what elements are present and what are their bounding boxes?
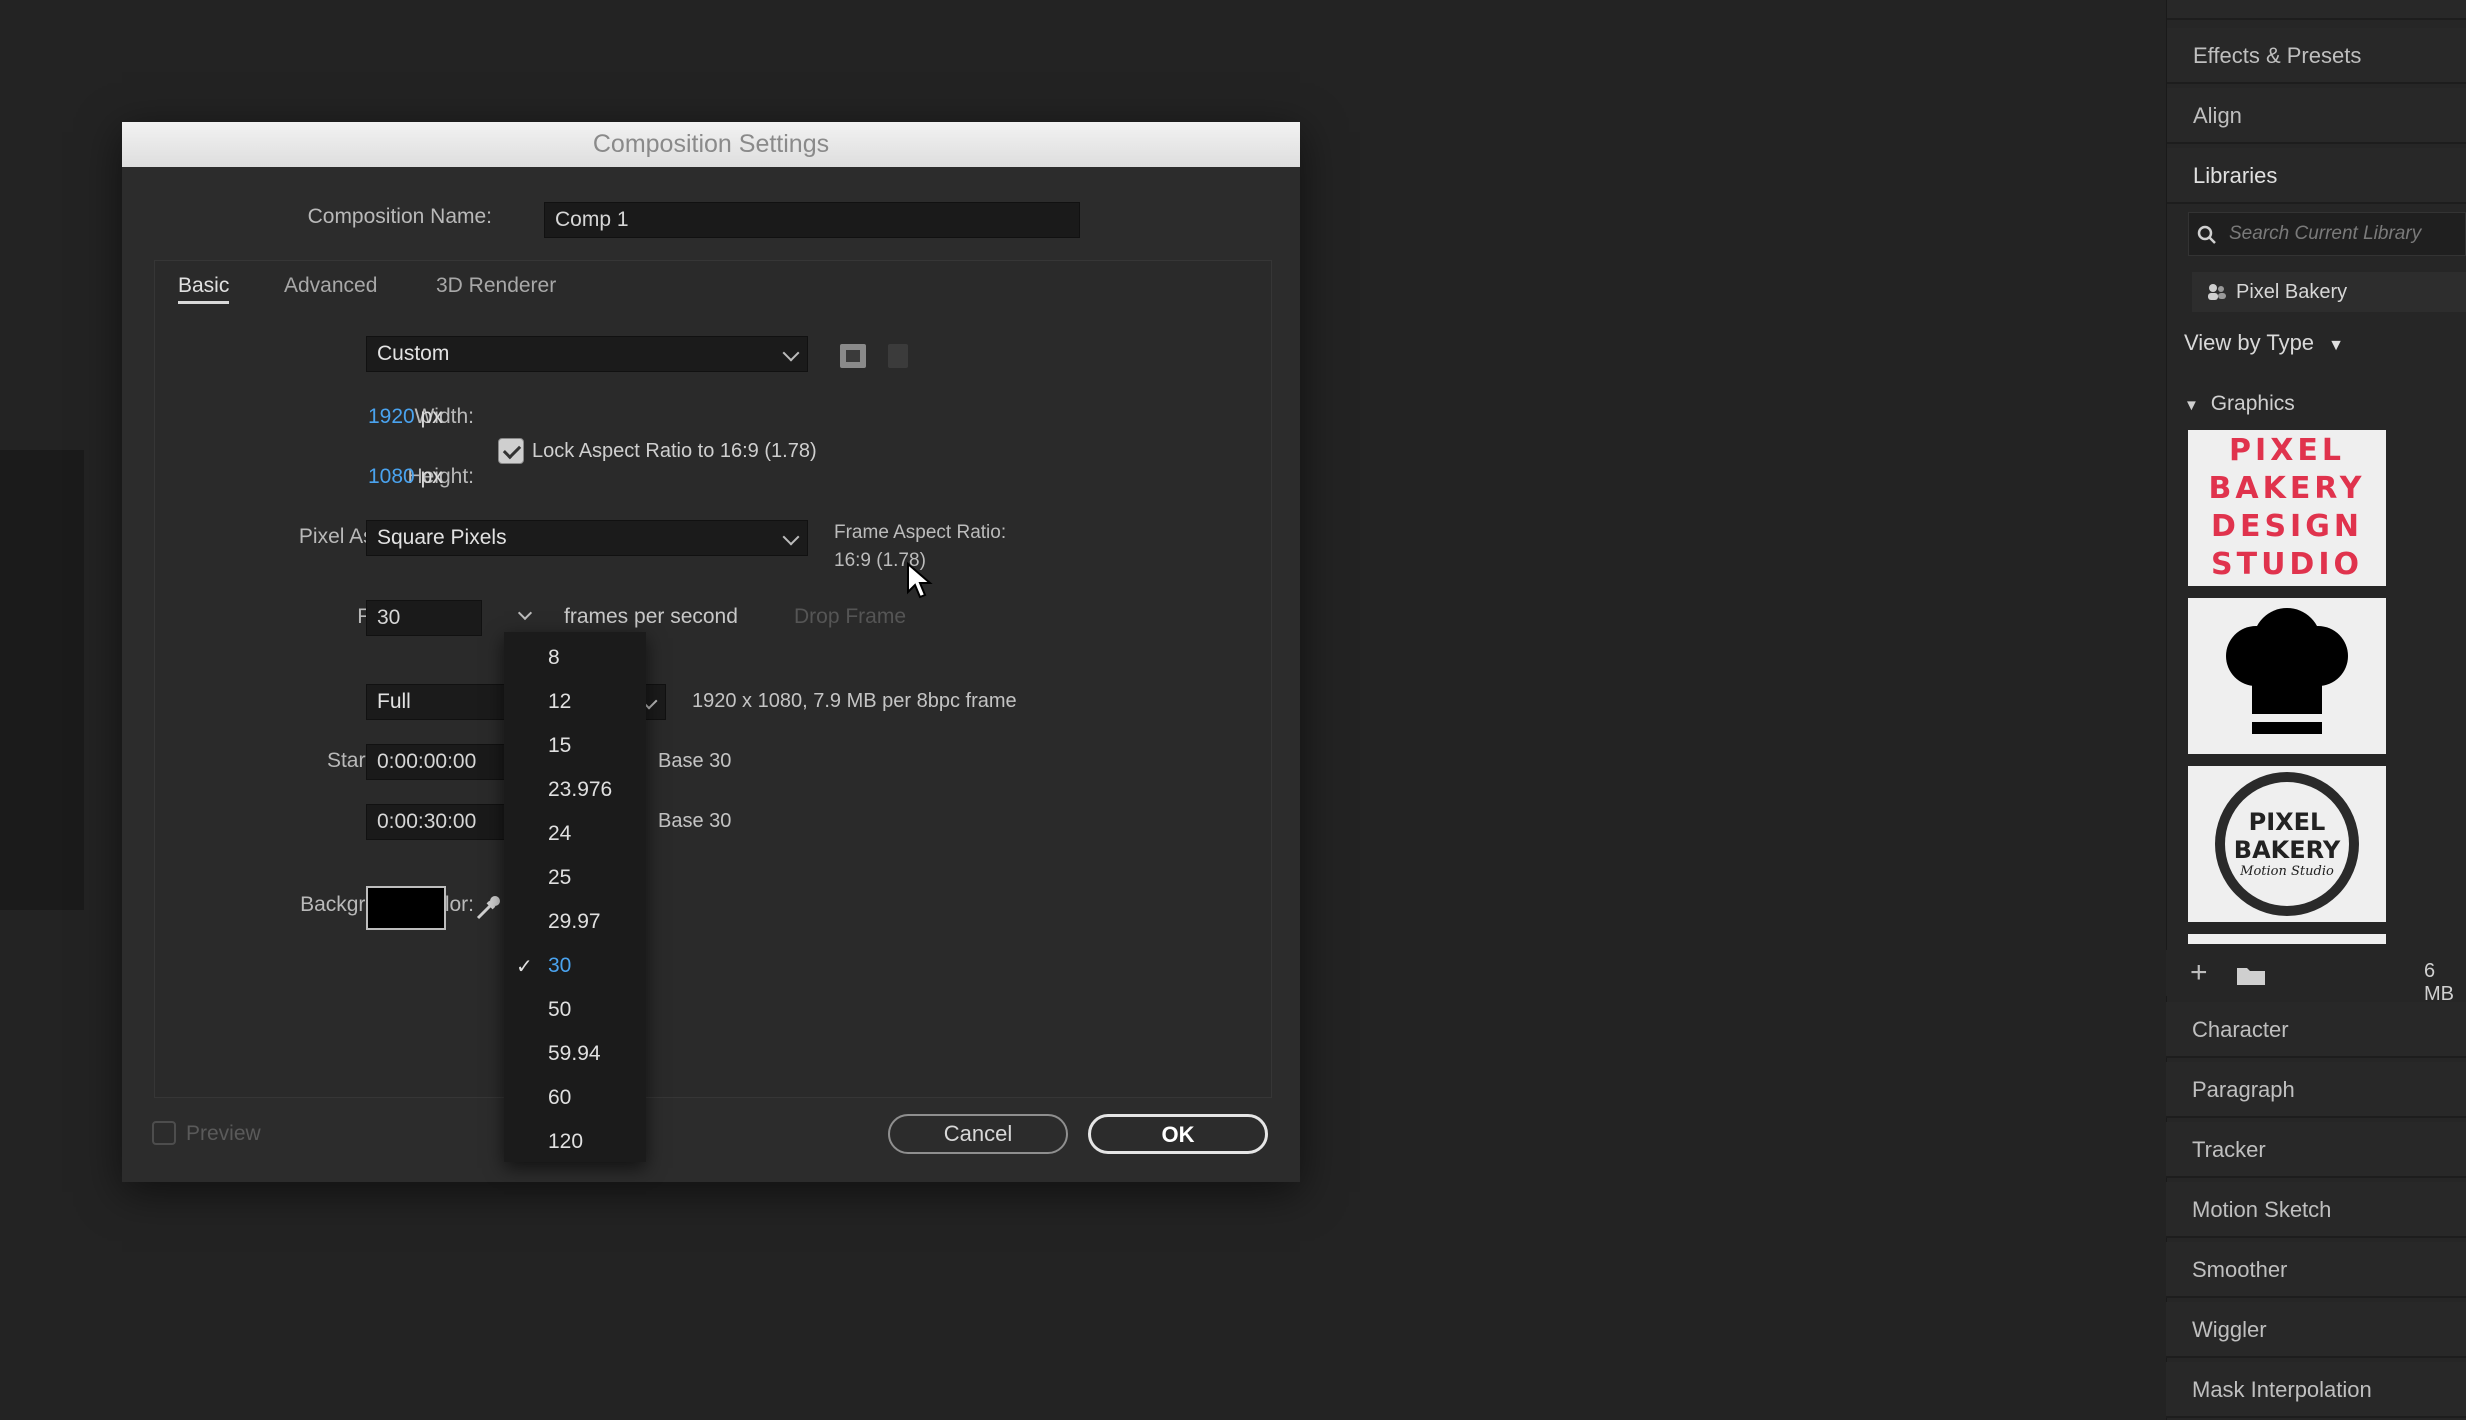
frame-aspect-label: Frame Aspect Ratio:	[834, 522, 1007, 543]
pixel-aspect-value: Square Pixels	[377, 526, 507, 549]
dialog-title: Composition Settings	[122, 122, 1300, 167]
panel-tracker[interactable]: Tracker	[2166, 1122, 2466, 1178]
menu-item-50[interactable]: 50	[548, 998, 571, 1022]
thumb3-line3: Motion Studio	[2240, 864, 2334, 879]
drop-frame-select: Drop Frame	[794, 605, 907, 628]
preview-label: Preview	[186, 1122, 261, 1145]
menu-item-5994[interactable]: 59.94	[548, 1042, 601, 1066]
duration-base: Base 30	[658, 810, 732, 832]
thumb3-line1: PIXEL	[2248, 808, 2326, 836]
right-panel-bottom: Character Paragraph Tracker Motion Sketc…	[2166, 1002, 2466, 1420]
frame-rate-dropdown-button[interactable]	[504, 600, 540, 636]
graphics-label: Graphics	[2210, 392, 2295, 415]
view-by-type-label: View by Type	[2184, 330, 2315, 355]
folder-icon[interactable]	[2236, 964, 2266, 986]
panel-character[interactable]: Character	[2166, 1002, 2466, 1058]
tab-advanced[interactable]: Advanced	[284, 274, 377, 298]
duration-input[interactable]: 0:00:30:00	[366, 804, 506, 840]
comp-name-label: Composition Name:	[307, 205, 492, 228]
library-graphic-partial[interactable]	[2188, 934, 2386, 944]
library-graphic-pixel-bakery-badge[interactable]: PIXEL BAKERY Motion Studio	[2188, 766, 2386, 922]
library-users-icon	[2206, 282, 2228, 302]
panel-paragraph[interactable]: Paragraph	[2166, 1062, 2466, 1118]
library-graphic-chef-hat[interactable]	[2188, 598, 2386, 754]
frame-rate-menu: 8 12 15 23.976 24 25 29.97 ✓ 30 50 59.94…	[504, 632, 646, 1162]
menu-item-15[interactable]: 15	[548, 734, 571, 758]
resolution-value: Full	[377, 690, 411, 713]
menu-item-8[interactable]: 8	[548, 646, 560, 670]
height-unit: px	[420, 465, 443, 488]
ok-button[interactable]: OK	[1088, 1114, 1268, 1154]
chef-hat-icon	[2226, 608, 2348, 734]
library-search-input[interactable]: Search Current Library	[2188, 212, 2466, 256]
settings-panel	[154, 260, 1272, 1098]
thumb1-line4: STUDIO	[2211, 547, 2363, 582]
preview-checkbox[interactable]	[152, 1121, 176, 1145]
panel-libraries[interactable]: Libraries	[2167, 148, 2466, 204]
comp-name-input[interactable]: Comp 1	[544, 202, 1080, 238]
checkmark-icon: ✓	[516, 956, 533, 978]
cancel-button[interactable]: Cancel	[888, 1114, 1068, 1154]
resolution-info: 1920 x 1080, 7.9 MB per 8bpc frame	[692, 690, 1017, 712]
pixel-aspect-select[interactable]: Square Pixels	[366, 520, 808, 556]
fps-label: frames per second	[564, 605, 738, 628]
menu-item-12[interactable]: 12	[548, 690, 571, 714]
eyedropper-icon[interactable]	[470, 890, 506, 926]
menu-item-30[interactable]: 30	[548, 954, 571, 978]
width-value[interactable]: 1920	[368, 405, 415, 428]
tab-3d-renderer[interactable]: 3D Renderer	[436, 274, 556, 298]
panel-preview[interactable]: Preview	[2167, 0, 2466, 20]
bg-color-swatch[interactable]	[366, 886, 446, 930]
tab-basic[interactable]: Basic	[178, 274, 230, 304]
menu-item-25[interactable]: 25	[548, 866, 571, 890]
library-selector[interactable]: Pixel Bakery	[2192, 272, 2466, 312]
chevron-down-icon	[782, 344, 800, 362]
menu-item-120[interactable]: 120	[548, 1130, 583, 1154]
thumb3-line2: BAKERY	[2233, 836, 2341, 864]
caret-down-icon: ▼	[2184, 397, 2199, 414]
mouse-cursor-icon	[906, 561, 934, 602]
delete-preset-icon[interactable]	[888, 344, 908, 368]
lock-aspect-checkbox[interactable]	[498, 438, 524, 464]
caret-down-icon: ▼	[2328, 337, 2345, 354]
width-unit: px	[420, 405, 443, 428]
thumb1-line3: DESIGN	[2211, 509, 2363, 544]
graphics-section-header[interactable]: ▼ Graphics	[2184, 392, 2295, 416]
panel-align[interactable]: Align	[2167, 88, 2466, 144]
panel-mask-interpolation[interactable]: Mask Interpolation	[2166, 1362, 2466, 1418]
view-by-type-dropdown[interactable]: View by Type ▼	[2184, 330, 2344, 356]
width-field[interactable]: 1920 px	[368, 405, 443, 429]
menu-item-60[interactable]: 60	[548, 1086, 571, 1110]
start-timecode-input[interactable]: 0:00:00:00	[366, 744, 506, 780]
library-graphic-pixel-bakery-design-studio[interactable]: PIXEL BAKERY DESIGN STUDIO	[2188, 430, 2386, 586]
add-icon[interactable]: +	[2190, 958, 2208, 988]
library-size: 6 MB	[2424, 960, 2454, 1005]
thumb1-line1: PIXEL	[2229, 433, 2345, 468]
panel-wiggler[interactable]: Wiggler	[2166, 1302, 2466, 1358]
panel-smoother[interactable]: Smoother	[2166, 1242, 2466, 1298]
menu-item-24[interactable]: 24	[548, 822, 571, 846]
menu-item-23976[interactable]: 23.976	[548, 778, 612, 802]
preset-select[interactable]: Custom	[366, 336, 808, 372]
panel-motion-sketch[interactable]: Motion Sketch	[2166, 1182, 2466, 1238]
chevron-down-icon	[782, 528, 800, 546]
frame-rate-input[interactable]: 30	[366, 600, 482, 636]
chevron-down-icon	[517, 605, 533, 621]
composition-settings-dialog: Composition Settings Composition Name: C…	[122, 122, 1300, 1182]
lock-aspect-label: Lock Aspect Ratio to 16:9 (1.78)	[532, 440, 817, 462]
save-preset-icon[interactable]	[840, 344, 866, 368]
panel-effects-presets[interactable]: Effects & Presets	[2167, 28, 2466, 84]
left-panel-edge	[0, 450, 84, 910]
start-timecode-base: Base 30	[658, 750, 732, 772]
search-icon	[2196, 224, 2218, 246]
height-field[interactable]: 1080 px	[368, 465, 443, 489]
preset-value: Custom	[377, 342, 450, 365]
thumb1-line2: BAKERY	[2208, 471, 2366, 506]
height-value[interactable]: 1080	[368, 465, 415, 488]
library-footer	[2166, 950, 2466, 996]
menu-item-2997[interactable]: 29.97	[548, 910, 601, 934]
library-name: Pixel Bakery	[2236, 281, 2348, 303]
